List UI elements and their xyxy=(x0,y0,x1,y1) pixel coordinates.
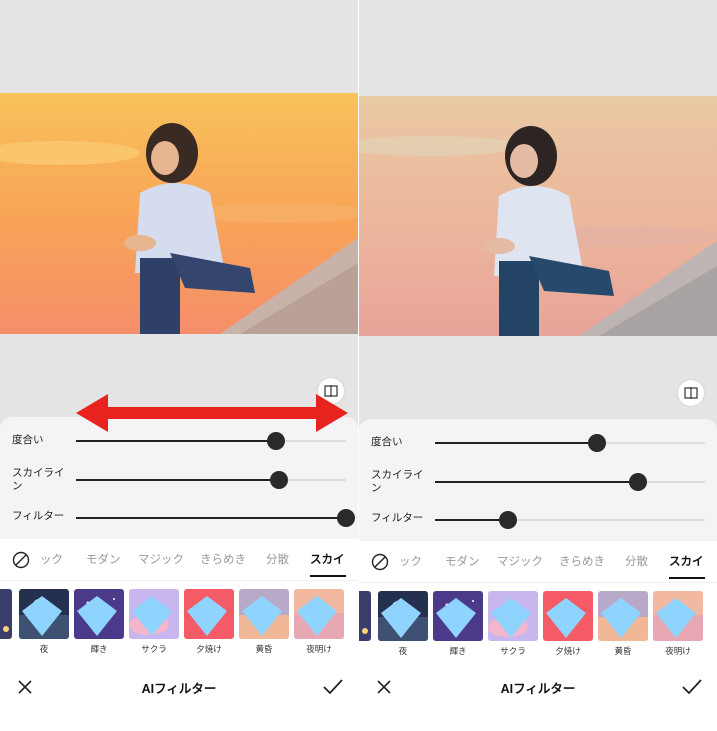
filter-thumb-dusk[interactable] xyxy=(598,591,648,641)
slider-label: フィルター xyxy=(12,510,65,522)
edited-photo xyxy=(0,93,358,334)
tab-sky[interactable]: スカイ xyxy=(310,551,345,567)
tab-classic[interactable]: ック xyxy=(399,553,422,569)
category-tabs: ック モダン マジック きらめき 分散 スカイ xyxy=(0,539,358,581)
slider-label: 度合い xyxy=(371,436,403,448)
slider-label: フィルター xyxy=(371,512,424,524)
slider-intensity[interactable]: 度合い xyxy=(0,431,358,461)
tab-scatter[interactable]: 分散 xyxy=(266,551,289,567)
slider-track[interactable] xyxy=(435,434,705,452)
slider-track[interactable] xyxy=(435,511,705,529)
no-filter-icon[interactable] xyxy=(371,553,389,571)
gem-icon xyxy=(187,596,227,636)
slider-skyline[interactable]: スカイライン xyxy=(359,469,717,499)
filter-thumbnails: 夜 輝き サクラ 夕焼け 黄昏 夜明け xyxy=(0,581,358,657)
tab-magic[interactable]: マジック xyxy=(138,551,184,567)
tab-modern[interactable]: モダン xyxy=(445,553,480,569)
gem-icon xyxy=(77,596,117,636)
category-tabs: ック モダン マジック きらめき 分散 スカイ xyxy=(359,541,717,583)
slider-skyline[interactable]: スカイライン xyxy=(0,467,358,497)
active-tab-indicator xyxy=(669,577,705,579)
slider-fill xyxy=(76,479,279,481)
filter-thumb-dawn[interactable] xyxy=(294,589,344,639)
slider-label: スカイライン xyxy=(12,467,65,492)
slider-thumb[interactable] xyxy=(498,511,517,529)
gem-icon xyxy=(491,598,531,638)
slider-filter[interactable]: フィルター xyxy=(359,509,717,539)
slider-thumb[interactable] xyxy=(266,432,285,450)
slider-thumb[interactable] xyxy=(628,473,647,491)
filter-thumb-partial[interactable] xyxy=(0,589,12,639)
gem-icon xyxy=(381,598,421,638)
check-icon[interactable] xyxy=(681,678,703,696)
gem-icon xyxy=(132,596,172,636)
gem-icon xyxy=(242,596,282,636)
tab-classic[interactable]: ック xyxy=(40,551,63,567)
tab-magic[interactable]: マジック xyxy=(497,553,543,569)
tab-modern[interactable]: モダン xyxy=(86,551,121,567)
gem-icon xyxy=(601,598,641,638)
screen-title: AIフィルター xyxy=(141,682,217,696)
filter-thumb-glow[interactable] xyxy=(433,591,483,641)
slider-fill xyxy=(435,481,638,483)
slider-filter[interactable]: フィルター xyxy=(0,507,358,537)
slider-thumb[interactable] xyxy=(588,434,606,452)
filter-sheet: 度合い スカイライン フィルター ック モダン マジック きらめき 分散 スカイ… xyxy=(0,417,358,731)
active-tab-indicator xyxy=(310,575,346,577)
filter-sheet: 度合い スカイライン フィルター ック モダン マジック きらめき 分散 スカイ… xyxy=(359,419,717,731)
tab-kirameki[interactable]: きらめき xyxy=(200,551,246,567)
compare-button[interactable] xyxy=(678,380,704,406)
filter-thumb-partial[interactable] xyxy=(359,591,371,641)
slider-fill xyxy=(76,440,276,442)
compare-split-icon xyxy=(684,387,698,399)
gem-icon xyxy=(546,598,586,638)
gem-icon xyxy=(436,598,476,638)
slider-fill xyxy=(76,517,346,519)
filter-thumb-glow[interactable] xyxy=(74,589,124,639)
slider-thumb[interactable] xyxy=(269,471,288,489)
check-icon[interactable] xyxy=(322,678,344,696)
gem-icon xyxy=(656,598,696,638)
filter-thumb-dusk[interactable] xyxy=(239,589,289,639)
slider-label: スカイライン xyxy=(371,469,424,494)
screen-title: AIフィルター xyxy=(500,682,576,696)
filter-thumbnails: 夜 輝き サクラ 夕焼け 黄昏 夜明け xyxy=(359,583,717,659)
slider-track[interactable] xyxy=(435,473,705,491)
double-arrow-annotation xyxy=(76,394,348,432)
editor-panel-left: 度合い スカイライン フィルター ック モダン マジック きらめき 分散 スカイ… xyxy=(0,0,358,731)
slider-track[interactable] xyxy=(76,471,346,489)
tab-sky[interactable]: スカイ xyxy=(669,553,704,569)
slider-track[interactable] xyxy=(76,432,346,450)
filter-thumb-sunset[interactable] xyxy=(184,589,234,639)
gem-icon xyxy=(22,596,62,636)
filter-thumb-sunset[interactable] xyxy=(543,591,593,641)
filter-thumb-sakura[interactable] xyxy=(129,589,179,639)
slider-thumb[interactable] xyxy=(337,509,355,527)
slider-intensity[interactable]: 度合い xyxy=(359,433,717,463)
bottom-bar: AIフィルター xyxy=(0,653,358,731)
slider-label: 度合い xyxy=(12,434,44,446)
slider-fill xyxy=(435,519,508,521)
slider-fill xyxy=(435,442,597,444)
bottom-bar: AIフィルター xyxy=(359,653,717,731)
filter-thumb-night[interactable] xyxy=(19,589,69,639)
filter-thumb-sakura[interactable] xyxy=(488,591,538,641)
edited-photo xyxy=(359,96,717,336)
tab-scatter[interactable]: 分散 xyxy=(625,553,648,569)
gem-icon xyxy=(297,596,337,636)
slider-track[interactable] xyxy=(76,509,355,527)
filter-thumb-night[interactable] xyxy=(378,591,428,641)
sliders-area: 度合い スカイライン フィルター xyxy=(359,419,717,541)
sliders-area: 度合い スカイライン フィルター xyxy=(0,417,358,539)
no-filter-icon[interactable] xyxy=(12,551,30,569)
tab-kirameki[interactable]: きらめき xyxy=(559,553,605,569)
filter-thumb-dawn[interactable] xyxy=(653,591,703,641)
editor-panel-right: 度合い スカイライン フィルター ック モダン マジック きらめき 分散 スカイ… xyxy=(359,0,717,731)
